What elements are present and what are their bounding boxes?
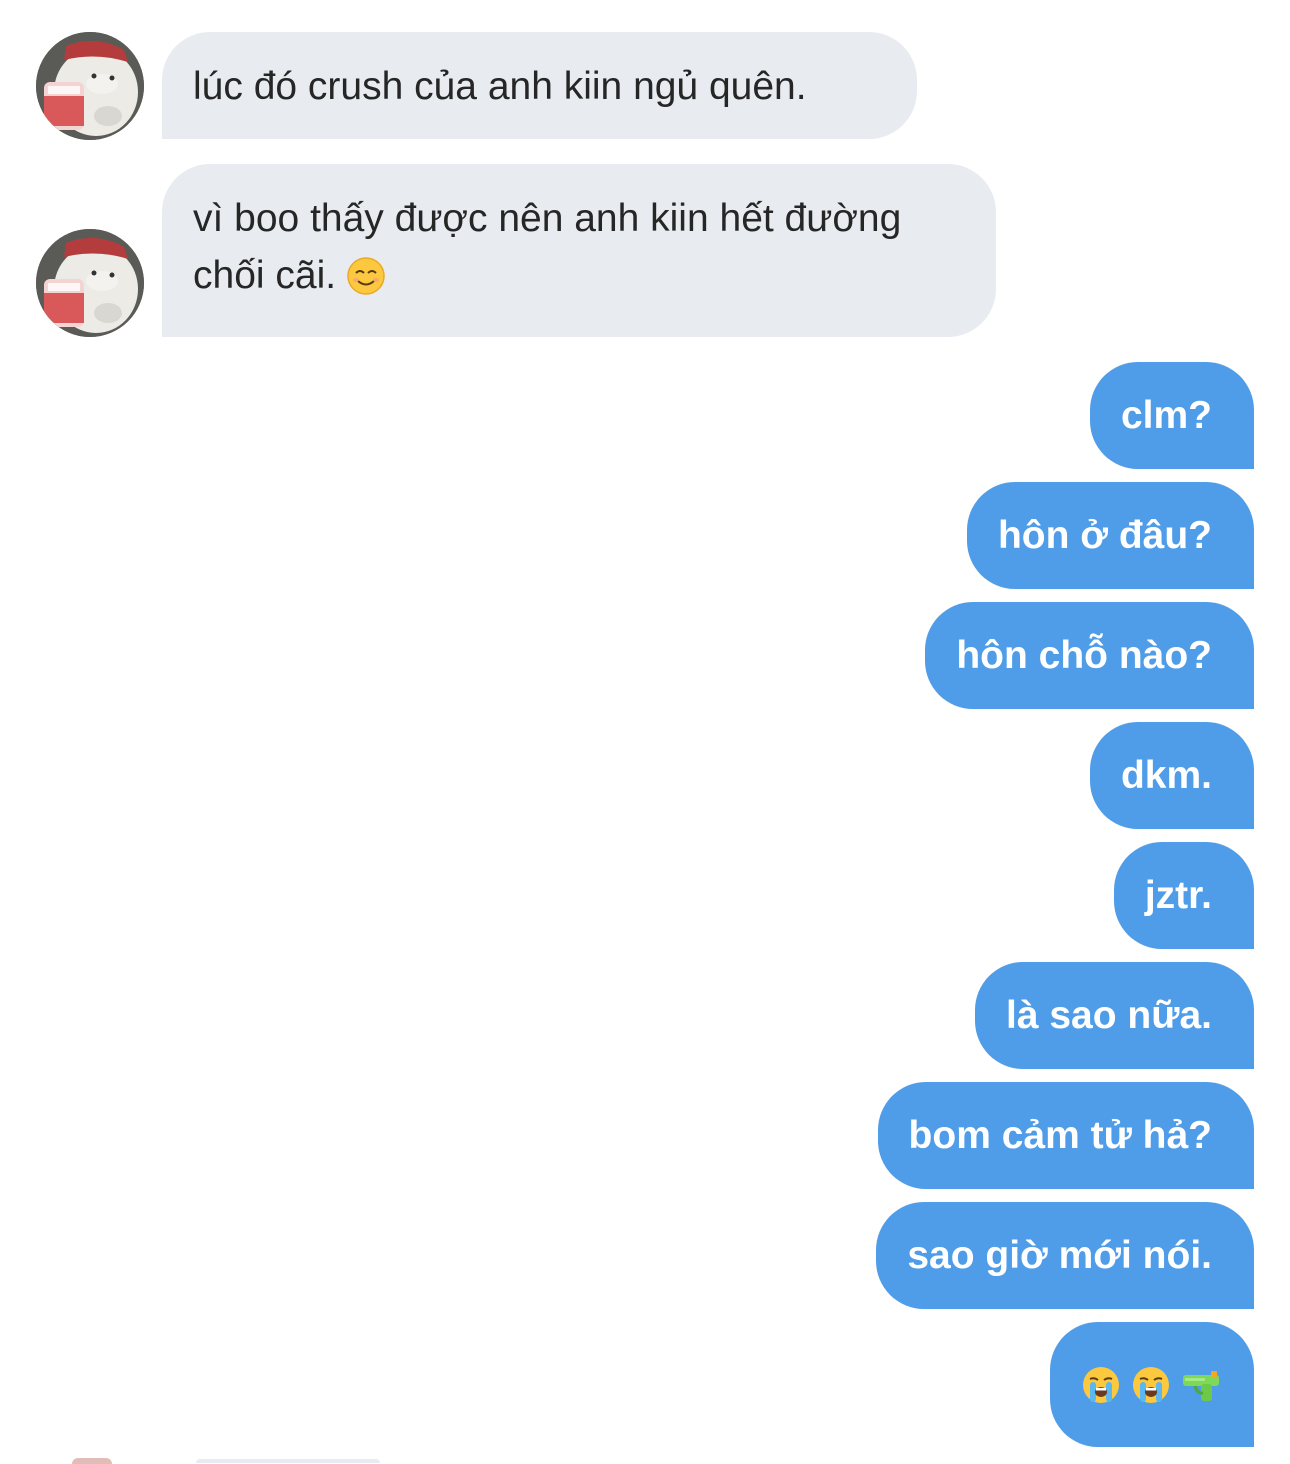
bear-avatar-icon	[36, 229, 144, 337]
outgoing-message-bubble[interactable]: jztr.	[1113, 842, 1254, 949]
bear-avatar-icon	[36, 32, 144, 140]
message-text: vì boo thấy được nên anh kiin hết đường …	[193, 197, 902, 297]
loudly-crying-face-emoji	[1131, 1365, 1171, 1405]
sender-avatar-peek	[72, 1458, 112, 1464]
sender-avatar[interactable]	[36, 229, 144, 337]
outgoing-message-bubble[interactable]: hôn ở đâu?	[966, 482, 1254, 589]
smiling-face-emoji	[346, 256, 386, 296]
message-text: lúc đó crush của anh kiin ngủ quên.	[193, 65, 807, 108]
message-text: dkm.	[1120, 754, 1212, 797]
message-text: jztr.	[1144, 874, 1212, 917]
message-thread: lúc đó crush của anh kiin ngủ quên. vì b…	[0, 0, 1290, 1464]
message-text: hôn chỗ nào?	[956, 634, 1212, 677]
outgoing-message-bubble[interactable]: clm?	[1089, 362, 1254, 469]
message-text: clm?	[1120, 394, 1212, 437]
sender-avatar[interactable]	[36, 32, 144, 140]
outgoing-message-bubble[interactable]: hôn chỗ nào?	[925, 602, 1254, 709]
incoming-message-bubble[interactable]: lúc đó crush của anh kiin ngủ quên.	[162, 32, 917, 139]
incoming-message-bubble[interactable]: vì boo thấy được nên anh kiin hết đường …	[162, 164, 996, 337]
outgoing-message-bubble[interactable]: là sao nữa.	[975, 962, 1254, 1069]
incoming-bubble-peek	[196, 1459, 380, 1463]
next-message-peek	[0, 1452, 1290, 1464]
water-pistol-emoji	[1181, 1365, 1221, 1405]
message-text: bom cảm tử hả?	[908, 1114, 1212, 1157]
outgoing-message-bubble[interactable]: dkm.	[1089, 722, 1254, 829]
message-text: sao giờ mới nói.	[907, 1234, 1212, 1277]
message-text: là sao nữa.	[1006, 994, 1212, 1037]
message-text: hôn ở đâu?	[997, 514, 1212, 557]
loudly-crying-face-emoji	[1081, 1365, 1121, 1405]
outgoing-message-bubble[interactable]: sao giờ mới nói.	[876, 1202, 1254, 1309]
outgoing-emoji-bubble[interactable]	[1050, 1322, 1254, 1447]
outgoing-message-bubble[interactable]: bom cảm tử hả?	[877, 1082, 1254, 1189]
